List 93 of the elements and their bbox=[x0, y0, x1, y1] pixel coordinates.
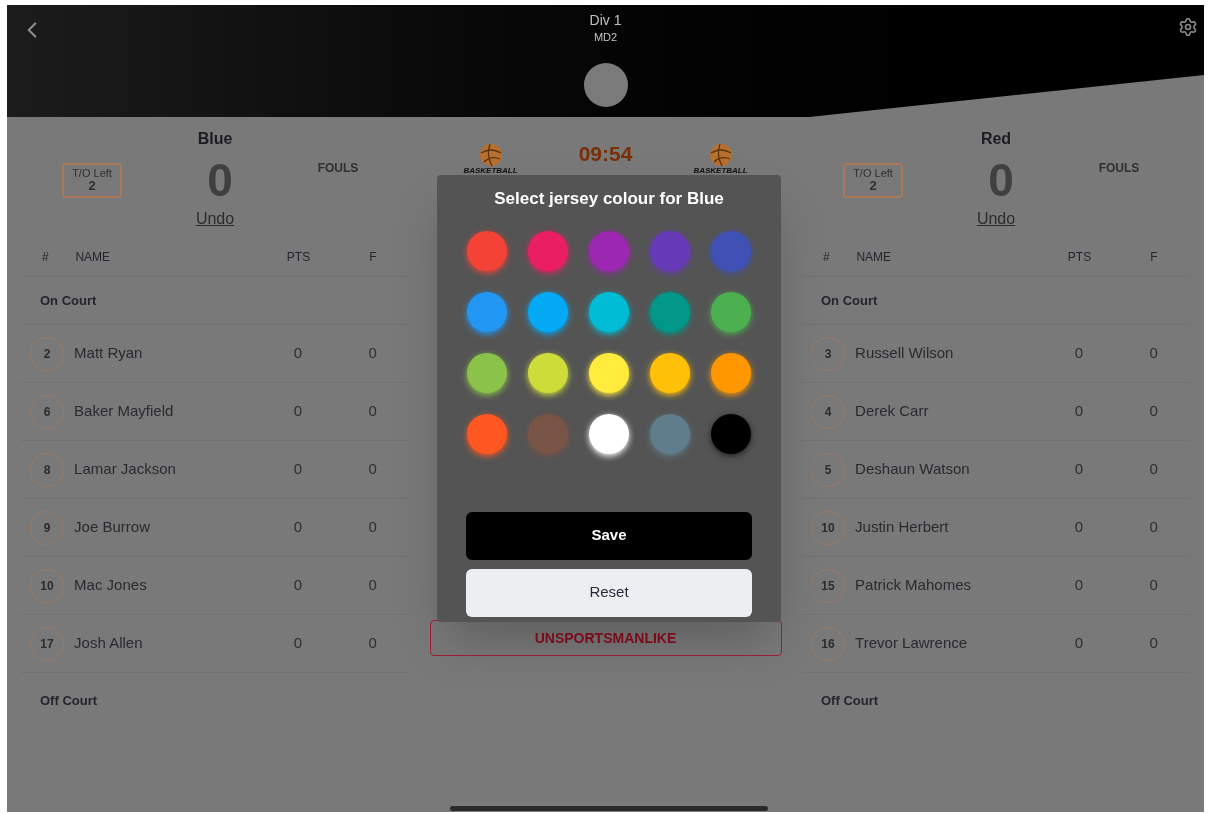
player-name[interactable]: Josh Allen bbox=[74, 632, 261, 655]
fouls-label: FOULS bbox=[1097, 160, 1141, 177]
timeouts-box[interactable]: T/O Left 2 bbox=[62, 162, 122, 198]
player-points: 0 bbox=[1073, 343, 1085, 364]
colour-swatch[interactable] bbox=[528, 352, 568, 393]
player-points: 0 bbox=[292, 401, 304, 422]
player-name[interactable]: Lamar Jackson bbox=[74, 458, 261, 481]
colour-swatch[interactable] bbox=[650, 352, 690, 393]
timeouts-label: T/O Left bbox=[853, 168, 893, 179]
column-header: NAME bbox=[856, 248, 893, 266]
colour-swatch[interactable] bbox=[711, 230, 751, 271]
player-points: 0 bbox=[292, 343, 304, 364]
column-header: NAME bbox=[75, 248, 112, 266]
column-header: F bbox=[1149, 248, 1159, 266]
settings-icon[interactable] bbox=[1178, 17, 1198, 37]
player-points: 0 bbox=[1073, 517, 1085, 538]
player-fouls: 0 bbox=[1148, 517, 1159, 538]
player-points: 0 bbox=[1073, 575, 1085, 596]
team-score: 0 bbox=[207, 157, 233, 203]
reset-button[interactable]: Reset bbox=[466, 568, 752, 617]
player-name[interactable]: Derek Carr bbox=[855, 400, 1042, 423]
player-points: 0 bbox=[1073, 401, 1085, 422]
player-fouls: 0 bbox=[367, 517, 378, 538]
player-name[interactable]: Joe Burrow bbox=[74, 516, 261, 539]
logo-caption: BASKETBALL bbox=[463, 167, 518, 175]
colour-swatch[interactable] bbox=[467, 291, 507, 332]
player-points: 0 bbox=[1073, 633, 1085, 654]
colour-swatch[interactable] bbox=[589, 291, 629, 332]
column-header: # bbox=[822, 248, 831, 266]
save-button[interactable]: Save bbox=[466, 511, 752, 560]
player-points: 0 bbox=[1073, 459, 1085, 480]
team-name: Red bbox=[980, 129, 1012, 149]
colour-swatch[interactable] bbox=[711, 413, 751, 454]
player-name[interactable]: Russell Wilson bbox=[855, 342, 1042, 365]
column-header: F bbox=[368, 248, 378, 266]
team-name: Blue bbox=[197, 129, 233, 149]
colour-swatch[interactable] bbox=[589, 413, 629, 454]
player-name[interactable]: Matt Ryan bbox=[74, 342, 261, 365]
player-points: 0 bbox=[292, 575, 304, 596]
undo-link[interactable]: Undo bbox=[976, 207, 1016, 231]
player-points: 0 bbox=[292, 633, 304, 654]
colour-swatch[interactable] bbox=[589, 352, 629, 393]
colour-swatch[interactable] bbox=[528, 413, 568, 454]
timeouts-label: T/O Left bbox=[72, 168, 112, 179]
colour-swatch[interactable] bbox=[467, 352, 507, 393]
undo-link[interactable]: Undo bbox=[195, 207, 235, 231]
section-label: Off Court bbox=[39, 692, 99, 711]
column-header: PTS bbox=[285, 248, 312, 266]
player-fouls: 0 bbox=[367, 343, 378, 364]
colour-swatch[interactable] bbox=[528, 291, 568, 332]
colour-swatch[interactable] bbox=[589, 230, 629, 271]
player-fouls: 0 bbox=[367, 633, 378, 654]
colour-swatch[interactable] bbox=[650, 230, 690, 271]
player-fouls: 0 bbox=[367, 459, 378, 480]
column-header: # bbox=[41, 248, 50, 266]
player-name[interactable]: Justin Herbert bbox=[855, 516, 1042, 539]
player-fouls: 0 bbox=[367, 401, 378, 422]
section-label: Off Court bbox=[820, 692, 880, 711]
column-header: PTS bbox=[1066, 248, 1093, 266]
dialog-title: Select jersey colour for Blue bbox=[494, 188, 724, 210]
timeouts-count: 2 bbox=[869, 179, 877, 192]
player-points: 0 bbox=[292, 517, 304, 538]
colour-swatch[interactable] bbox=[650, 291, 690, 332]
player-fouls: 0 bbox=[1148, 401, 1159, 422]
player-name[interactable]: Trevor Lawrence bbox=[855, 632, 1042, 655]
game-clock: 09:54 bbox=[578, 143, 633, 164]
basketball-logo-icon bbox=[477, 143, 504, 167]
colour-swatch[interactable] bbox=[711, 291, 751, 332]
player-fouls: 0 bbox=[1148, 633, 1159, 654]
player-name[interactable]: Deshaun Watson bbox=[855, 458, 1042, 481]
colour-swatch[interactable] bbox=[528, 230, 568, 271]
header-title: Div 1 bbox=[589, 13, 622, 27]
logo-caption: BASKETBALL bbox=[693, 167, 748, 175]
player-fouls: 0 bbox=[367, 575, 378, 596]
player-name[interactable]: Patrick Mahomes bbox=[855, 574, 1042, 597]
fouls-label: FOULS bbox=[316, 160, 360, 177]
colour-swatch[interactable] bbox=[650, 413, 690, 454]
colour-swatch[interactable] bbox=[711, 352, 751, 393]
header-subtitle: MD2 bbox=[593, 30, 618, 45]
player-name[interactable]: Baker Mayfield bbox=[74, 400, 261, 423]
colour-swatch[interactable] bbox=[467, 413, 507, 454]
basketball-logo-icon bbox=[707, 143, 734, 167]
section-label: On Court bbox=[801, 277, 1191, 325]
player-fouls: 0 bbox=[1148, 575, 1159, 596]
timeouts-box[interactable]: T/O Left 2 bbox=[843, 162, 903, 198]
player-name[interactable]: Mac Jones bbox=[74, 574, 261, 597]
section-label: On Court bbox=[20, 277, 410, 325]
player-points: 0 bbox=[292, 459, 304, 480]
timeouts-count: 2 bbox=[88, 179, 96, 192]
player-fouls: 0 bbox=[1148, 459, 1159, 480]
player-fouls: 0 bbox=[1148, 343, 1159, 364]
team-score: 0 bbox=[988, 157, 1014, 203]
colour-swatch[interactable] bbox=[467, 230, 507, 271]
